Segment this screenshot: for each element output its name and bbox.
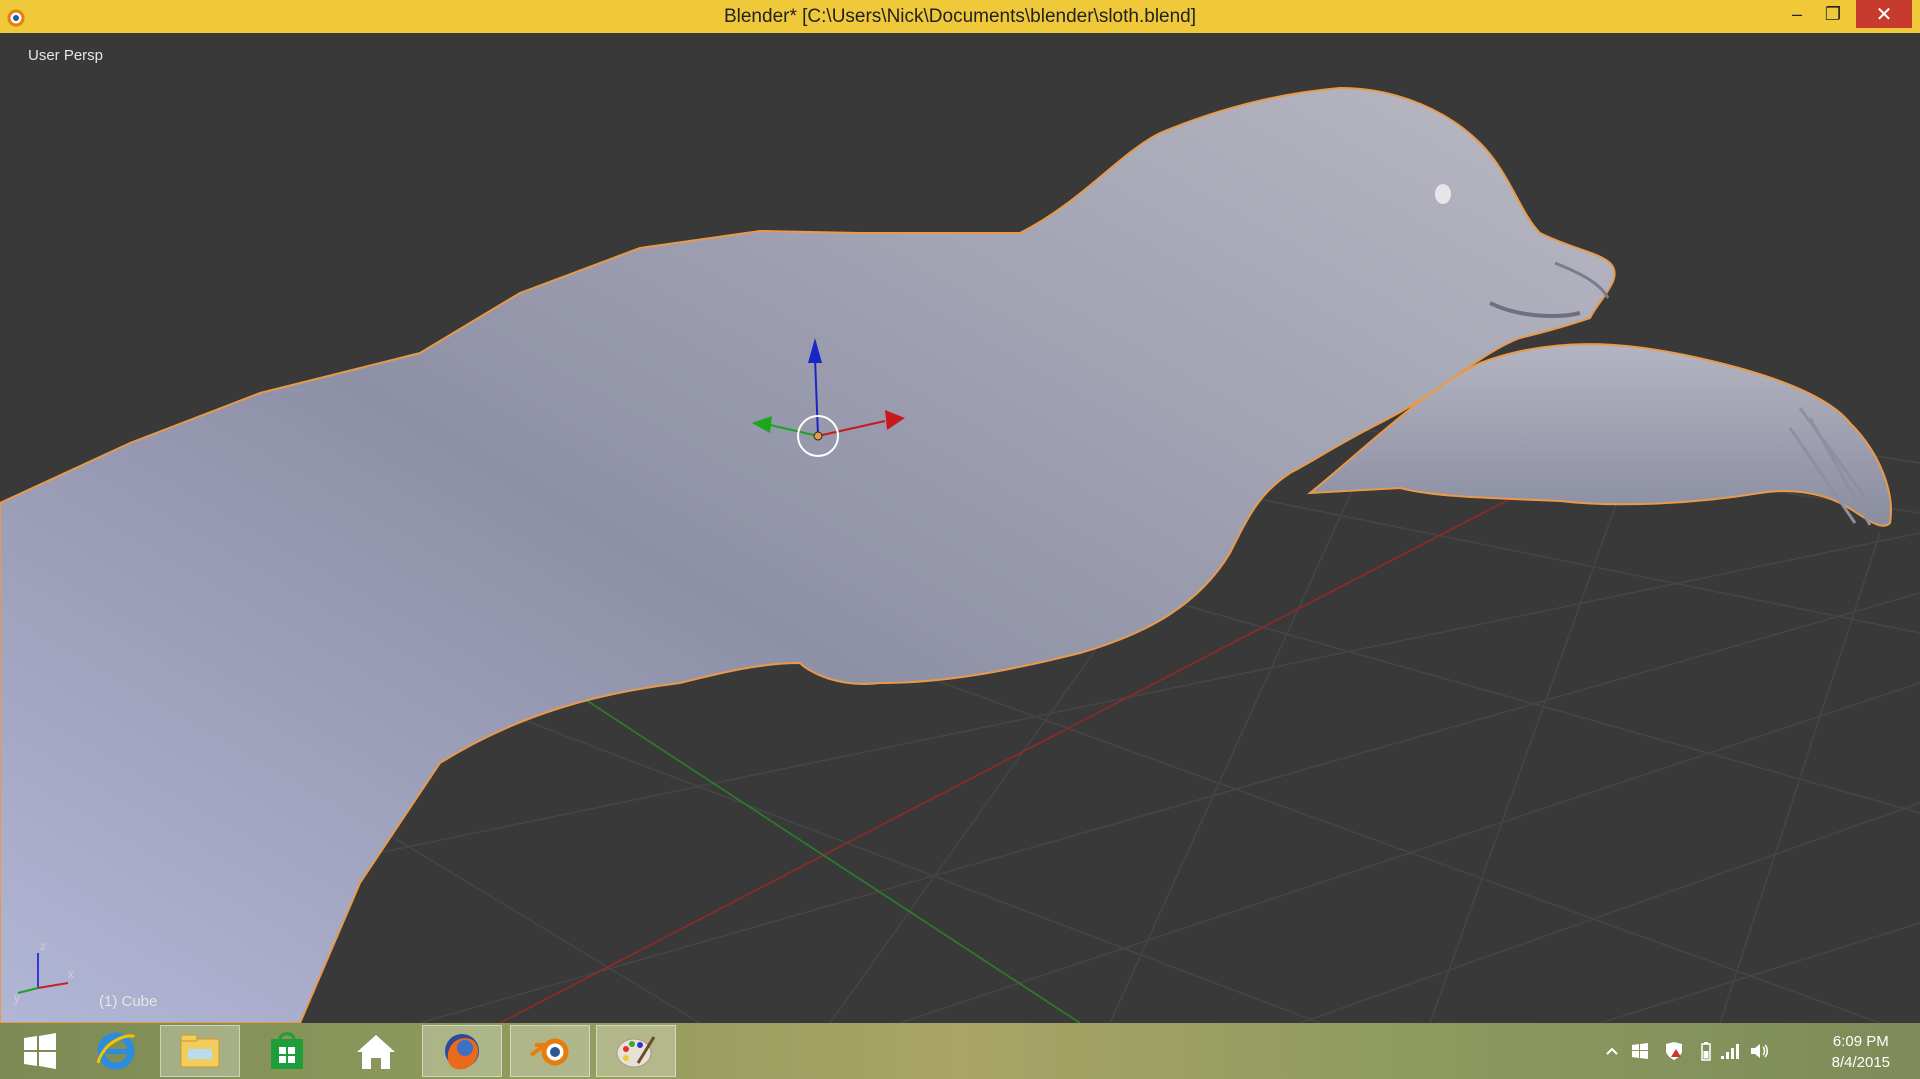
close-button[interactable]: ✕ — [1856, 0, 1912, 28]
action-center-icon[interactable] — [1664, 1041, 1684, 1061]
clock[interactable]: 6:09 PM 8/4/2015 — [1832, 1031, 1890, 1073]
taskbar-paint[interactable] — [596, 1025, 676, 1077]
start-icon — [24, 1033, 56, 1069]
window-title: Blender* [C:\Users\Nick\Documents\blende… — [723, 6, 1197, 27]
sloth-model[interactable] — [0, 86, 1616, 1023]
clock-time: 6:09 PM — [1832, 1033, 1889, 1050]
taskbar-blender[interactable] — [510, 1025, 590, 1077]
system-tray: 6:09 PM 8/4/2015 — [1590, 1023, 1920, 1079]
file-explorer-icon — [180, 1034, 220, 1068]
firefox-icon — [445, 1034, 479, 1070]
view-label: User Persp — [28, 47, 104, 64]
axis-label-x: x — [68, 967, 74, 981]
axis-label-y: y — [14, 991, 20, 1005]
title-bar: Blender* [C:\Users\Nick\Documents\blende… — [0, 0, 1920, 33]
taskbar: 6:09 PM 8/4/2015 — [0, 1023, 1920, 1079]
3d-viewport[interactable]: User Persp z x y (1) Cube — [0, 33, 1920, 1023]
home-icon — [357, 1035, 395, 1069]
maximize-button[interactable]: ❐ — [1814, 0, 1852, 28]
blender-icon — [529, 1038, 569, 1066]
taskbar-firefox[interactable] — [422, 1025, 502, 1077]
taskbar-home[interactable] — [336, 1025, 416, 1077]
start-button[interactable] — [0, 1025, 80, 1077]
viewport-scene — [0, 86, 1920, 1023]
battery-icon[interactable] — [1696, 1041, 1716, 1061]
volume-icon[interactable] — [1750, 1041, 1770, 1061]
y-axis-line — [559, 682, 1081, 1023]
sloth-eye — [1435, 184, 1451, 204]
taskbar-store[interactable] — [247, 1025, 327, 1077]
active-object-label: (1) Cube — [99, 993, 158, 1010]
axis-label-z: z — [40, 939, 46, 953]
internet-explorer-icon — [96, 1032, 136, 1070]
windows-flag-icon[interactable] — [1630, 1041, 1650, 1061]
show-hidden-icon[interactable] — [1602, 1041, 1622, 1061]
axis-orientation-widget: z x y — [14, 939, 74, 1005]
minimize-button[interactable]: – — [1778, 0, 1816, 28]
signal-icon[interactable] — [1720, 1041, 1740, 1061]
paint-icon — [616, 1036, 656, 1068]
store-icon — [271, 1032, 303, 1069]
clock-date: 8/4/2015 — [1831, 1054, 1890, 1071]
taskbar-file-explorer[interactable] — [160, 1025, 240, 1077]
taskbar-internet-explorer[interactable] — [76, 1025, 156, 1077]
